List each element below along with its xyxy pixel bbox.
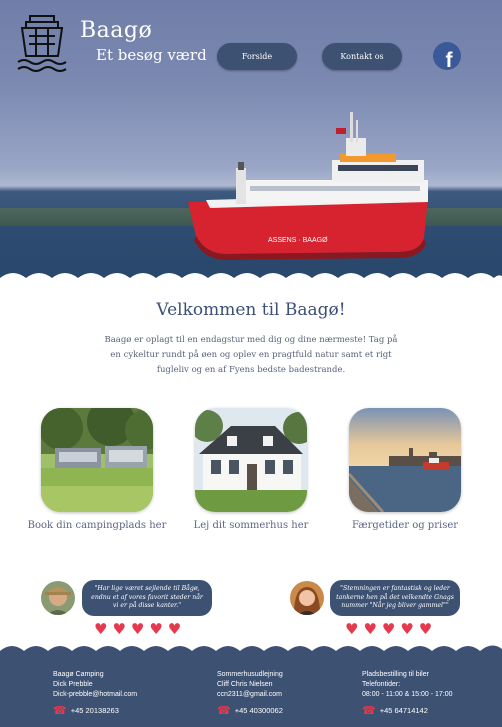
boat-name: ASSENS · BAAGØ [268,237,328,244]
footer-line: Baagø Camping [53,671,104,678]
phone-number[interactable]: +45 40300062 [235,706,283,715]
nav-contact-button[interactable]: Kontakt os [322,43,402,70]
wave-divider [0,273,502,290]
hero-banner: ASSENS · BAAGØ Baagø Et besøg værd Forsi… [0,0,502,290]
rating-hearts: ♥♥♥♥♥ [345,620,438,638]
card-camping-caption[interactable]: Book din campingplads her [27,520,167,531]
phone-icon: ☎ [217,705,231,717]
phone-number[interactable]: +45 20138263 [71,706,119,715]
card-camping[interactable]: Book din campingplads her [28,408,166,531]
card-ferry[interactable]: Færgetider og priser [349,408,461,531]
footer-line: Sommerhusudlejning [217,671,283,678]
site-subtitle: Et besøg værd [96,46,207,64]
footer-phone[interactable]: ☎ +45 20138263 [53,704,119,717]
footer-camping-contact: Baagø Camping Dick Prebble Dick-prebble@… [53,670,137,700]
review-bubble: "Stemningen er fantastisk og leder tanke… [330,580,460,616]
footer-email[interactable]: ccn2311@gmail.com [217,690,283,700]
footer-line: 08:00 - 11:00 & 15:00 - 17:00 [362,691,453,698]
ferry-logo-icon [17,15,67,72]
phone-icon: ☎ [53,705,67,717]
footer-line: Pladsbestilling til biler [362,671,429,678]
welcome-heading: Velkommen til Baagø! [156,300,346,320]
card-summerhouse[interactable]: Lej dit sommerhus her [194,408,308,531]
footer-line: Dick Prebble [53,681,93,688]
harbor-photo[interactable] [349,408,461,512]
reviewer-avatar [290,581,324,615]
footer-line: Cliff Chris Nielsen [217,681,273,688]
footer-phone[interactable]: ☎ +45 40300062 [217,704,283,717]
footer-car-booking-contact: Pladsbestilling til biler Telefontider: … [362,670,453,700]
rating-hearts: ♥♥♥♥♥ [94,620,187,638]
card-summerhouse-caption[interactable]: Lej dit sommerhus her [181,520,321,531]
card-ferry-caption[interactable]: Færgetider og priser [335,520,475,531]
nav-home-button[interactable]: Forside [217,43,297,70]
footer-summerhouse-contact: Sommerhusudlejning Cliff Chris Nielsen c… [217,670,283,700]
summerhouse-photo[interactable] [195,408,307,512]
facebook-icon[interactable]: f [433,42,461,71]
site-title: Baagø [80,18,153,43]
welcome-text: Baagø er oplagt til en endagstur med dig… [104,335,398,375]
reviewer-avatar [41,581,75,615]
phone-number[interactable]: +45 64714142 [380,706,428,715]
camping-photo[interactable] [41,408,153,512]
phone-icon: ☎ [362,705,376,717]
footer-phone[interactable]: ☎ +45 64714142 [362,704,428,717]
review-bubble: "Har lige været sejlende til Bågø, endnu… [82,580,212,616]
footer-line: Telefontider: [362,681,401,688]
footer-email[interactable]: Dick-prebble@hotmail.com [53,690,137,700]
